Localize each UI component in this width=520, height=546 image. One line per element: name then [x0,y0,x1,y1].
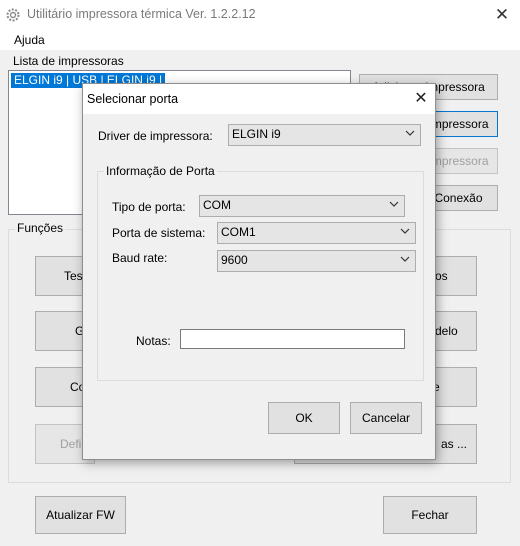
port-type-label: Tipo de porta: [112,200,186,214]
close-icon[interactable]: ✕ [492,5,512,25]
chevron-down-icon [400,228,410,234]
chevron-down-icon [389,201,399,207]
menu-item-help[interactable]: Ajuda [14,33,45,47]
system-port-label: Porta de sistema: [112,226,206,240]
menu-bar [0,30,520,50]
functions-label: Funções [15,221,66,235]
port-info-label: Informação de Porta [104,164,217,178]
gear-icon [6,8,20,22]
driver-label: Driver de impressora: [98,129,213,143]
printer-list-label: Lista de impressoras [13,54,124,68]
system-port-select[interactable]: COM1 [217,222,416,244]
update-firmware-button[interactable]: Atualizar FW [35,496,126,534]
chevron-down-icon [400,256,410,262]
notes-input[interactable] [180,329,405,349]
port-type-select[interactable]: COM [199,195,405,217]
select-port-dialog: Selecionar porta ✕ Driver de impressora:… [82,83,436,460]
baud-rate-label: Baud rate: [112,251,168,265]
window-title: Utilitário impressora térmica Ver. 1.2.2… [27,7,256,21]
close-button[interactable]: Fechar [383,496,477,534]
dialog-title: Selecionar porta [87,92,179,106]
close-icon[interactable]: ✕ [411,89,431,109]
notes-label: Notas: [136,334,171,348]
chevron-down-icon [405,130,415,136]
cancel-button[interactable]: Cancelar [350,402,422,434]
driver-select[interactable]: ELGIN i9 [228,124,421,146]
ok-button[interactable]: OK [268,402,340,434]
baud-rate-select[interactable]: 9600 [217,250,416,272]
